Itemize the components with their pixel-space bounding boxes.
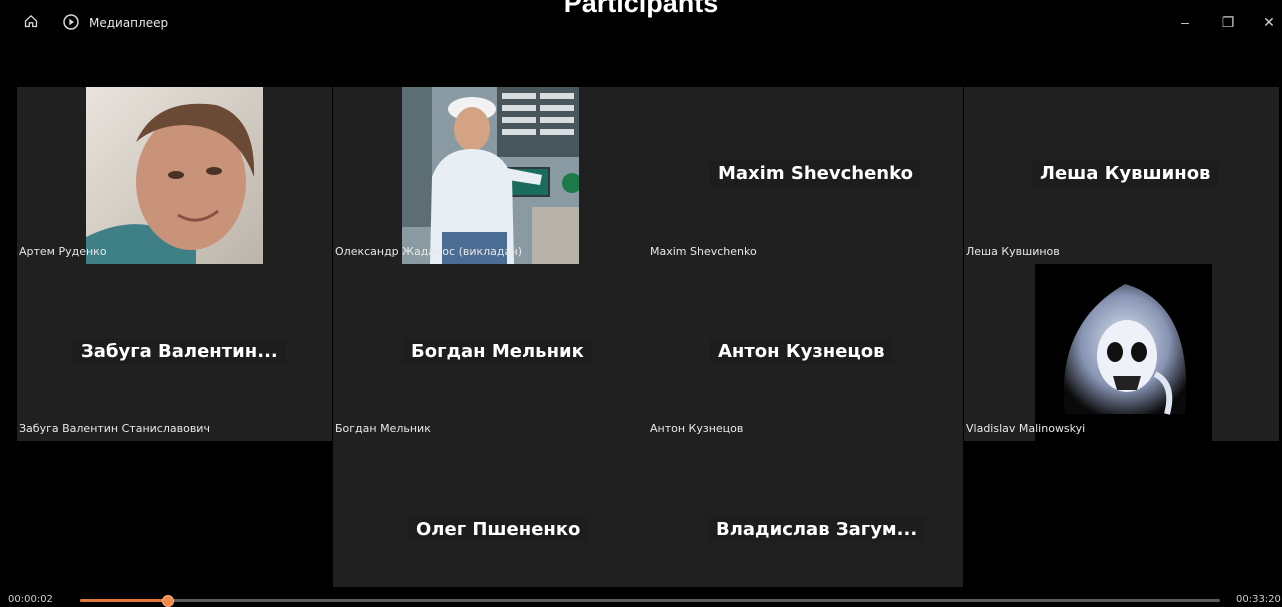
close-button[interactable]: ✕: [1259, 12, 1279, 32]
participant-name: Maxim Shevchenko: [710, 161, 921, 186]
participant-tile-9[interactable]: Олег Пшененко: [333, 441, 648, 587]
participant-tile-1[interactable]: Артем Руденко: [17, 87, 332, 264]
video-stage: Артем Руденко Олександр Жаданос (виклада…: [6, 87, 1281, 587]
participant-tile-2[interactable]: Олександр Жаданос (викладач): [333, 87, 648, 264]
participant-video: [402, 87, 579, 264]
seek-bar[interactable]: [80, 595, 1220, 607]
participant-caption: Забуга Валентин Станиславович: [19, 422, 210, 435]
total-time: 00:33:20: [1236, 594, 1281, 605]
participant-video: [86, 87, 263, 264]
window-title: Медиаплеер: [89, 16, 169, 30]
participant-caption: Антон Кузнецов: [650, 422, 744, 435]
participant-caption: Богдан Мельник: [335, 422, 431, 435]
title-bar: Медиаплеер – ❐ ✕: [0, 0, 1282, 40]
participant-name: Забуга Валентин...: [73, 339, 286, 364]
participant-name: Владислав Загум...: [708, 517, 926, 542]
current-time: 00:00:02: [8, 594, 53, 605]
participant-name: Антон Кузнецов: [710, 339, 893, 364]
seek-handle[interactable]: [161, 595, 174, 607]
participant-caption: Леша Кувшинов: [966, 245, 1060, 258]
seek-progress: [80, 599, 167, 602]
participant-tile-6[interactable]: Богдан Мельник Богдан Мельник: [333, 264, 648, 441]
participant-name: Леша Кувшинов: [1032, 161, 1219, 186]
participant-tile-5[interactable]: Забуга Валентин... Забуга Валентин Стани…: [17, 264, 332, 441]
participant-tile-4[interactable]: Леша Кувшинов Леша Кувшинов: [964, 87, 1279, 264]
restore-button[interactable]: ❐: [1218, 12, 1238, 32]
participant-tile-7[interactable]: Антон Кузнецов Антон Кузнецов: [648, 264, 963, 441]
minimize-button[interactable]: –: [1175, 12, 1195, 32]
home-icon[interactable]: [24, 14, 38, 28]
participant-video: [1035, 264, 1212, 441]
participant-tile-3[interactable]: Maxim Shevchenko Maxim Shevchenko: [648, 87, 963, 264]
participant-name: Богдан Мельник: [403, 339, 592, 364]
participant-caption: Олександр Жаданос (викладач): [335, 245, 523, 258]
playback-bar: 00:00:02 00:33:20: [0, 587, 1282, 607]
participant-tile-8[interactable]: Vladislav Malinowskyi: [964, 264, 1279, 441]
participant-name: Олег Пшененко: [408, 517, 589, 542]
participant-caption: Maxim Shevchenko: [650, 245, 757, 258]
participant-caption: Артем Руденко: [19, 245, 107, 258]
media-player-icon: [63, 14, 79, 30]
participant-caption: Vladislav Malinowskyi: [966, 422, 1086, 435]
participant-tile-10[interactable]: Владислав Загум...: [648, 441, 963, 587]
